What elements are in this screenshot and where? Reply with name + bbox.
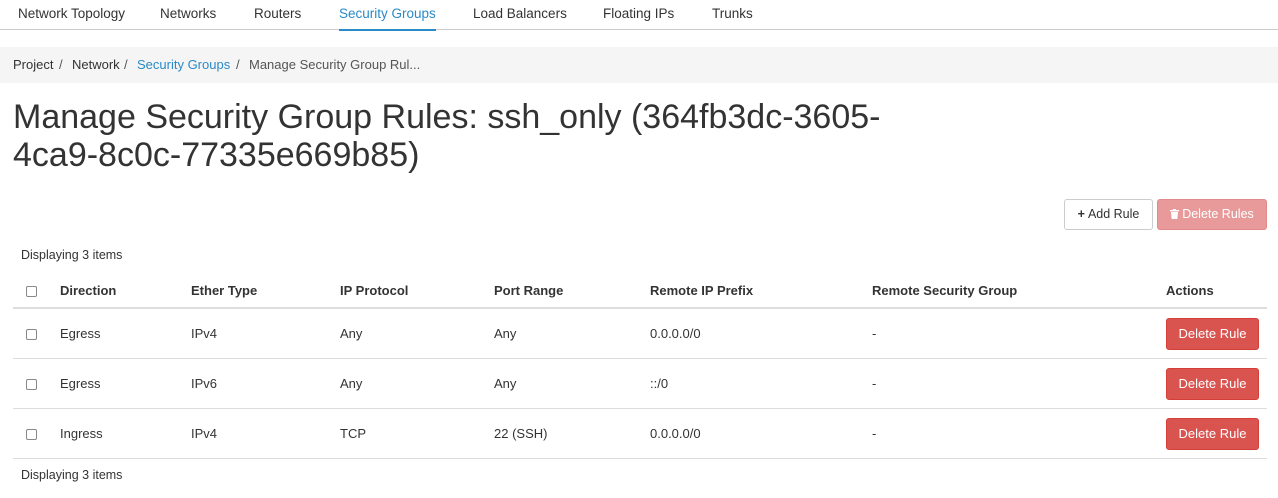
- cell-remote-security-group: -: [872, 376, 877, 391]
- row-checkbox[interactable]: [26, 379, 37, 390]
- tab-trunks[interactable]: Trunks: [712, 0, 753, 30]
- breadcrumb-network: Network: [72, 57, 120, 72]
- delete-rule-button[interactable]: Delete Rule: [1166, 418, 1259, 450]
- column-header-ether-type[interactable]: Ether Type: [191, 273, 257, 309]
- add-rule-label: Add Rule: [1087, 207, 1140, 221]
- table-row: Egress IPv6 Any Any ::/0 - Delete Rule: [13, 359, 1267, 409]
- delete-rule-button[interactable]: Delete Rule: [1166, 318, 1259, 350]
- plus-icon: +: [1077, 207, 1085, 221]
- table-row: Egress IPv4 Any Any 0.0.0.0/0 - Delete R…: [13, 309, 1267, 359]
- tab-routers[interactable]: Routers: [254, 0, 301, 30]
- breadcrumb-project: Project: [13, 57, 54, 72]
- breadcrumb-separator: /: [59, 57, 63, 72]
- column-header-port-range[interactable]: Port Range: [494, 273, 563, 309]
- items-count-bottom: Displaying 3 items: [21, 468, 123, 482]
- cell-ip-protocol: Any: [340, 326, 363, 341]
- breadcrumb-current: Manage Security Group Rul...: [249, 57, 421, 72]
- cell-ip-protocol: TCP: [340, 426, 366, 441]
- column-header-direction[interactable]: Direction: [60, 273, 116, 309]
- cell-direction: Egress: [60, 376, 101, 391]
- column-header-remote-security-group[interactable]: Remote Security Group: [872, 273, 1017, 309]
- row-checkbox[interactable]: [26, 329, 37, 340]
- add-rule-button[interactable]: + Add Rule: [1064, 199, 1153, 230]
- column-header-remote-ip-prefix[interactable]: Remote IP Prefix: [650, 273, 753, 309]
- delete-rule-button[interactable]: Delete Rule: [1166, 368, 1259, 400]
- table-row: Ingress IPv4 TCP 22 (SSH) 0.0.0.0/0 - De…: [13, 409, 1267, 459]
- cell-remote-security-group: -: [872, 326, 877, 341]
- cell-remote-ip-prefix: 0.0.0.0/0: [650, 426, 701, 441]
- tab-security-groups[interactable]: Security Groups: [339, 0, 436, 31]
- cell-port-range: 22 (SSH): [494, 426, 548, 441]
- column-header-actions: Actions: [1166, 283, 1214, 298]
- tab-floating-ips[interactable]: Floating IPs: [603, 0, 674, 30]
- cell-ether-type: IPv6: [191, 376, 218, 391]
- row-checkbox[interactable]: [26, 429, 37, 440]
- breadcrumb-security-groups-link[interactable]: Security Groups: [137, 47, 230, 83]
- cell-ether-type: IPv4: [191, 326, 218, 341]
- cell-ip-protocol: Any: [340, 376, 363, 391]
- cell-ether-type: IPv4: [191, 426, 218, 441]
- trash-icon: [1170, 200, 1180, 229]
- table-header: Direction Ether Type IP Protocol Port Ra…: [13, 273, 1267, 309]
- cell-port-range: Any: [494, 326, 517, 341]
- items-count-top: Displaying 3 items: [21, 248, 123, 262]
- cell-direction: Egress: [60, 326, 101, 341]
- cell-remote-ip-prefix: ::/0: [650, 376, 669, 391]
- column-header-ip-protocol[interactable]: IP Protocol: [340, 273, 408, 309]
- page-title: Manage Security Group Rules: ssh_only (3…: [13, 98, 881, 174]
- cell-direction: Ingress: [60, 426, 103, 441]
- tab-networks[interactable]: Networks: [160, 0, 216, 30]
- select-all-checkbox[interactable]: [26, 286, 37, 297]
- cell-remote-ip-prefix: 0.0.0.0/0: [650, 326, 701, 341]
- breadcrumb-separator: /: [124, 57, 128, 72]
- tab-load-balancers[interactable]: Load Balancers: [473, 0, 567, 30]
- nav-tabs: Network Topology Networks Routers Securi…: [0, 0, 1278, 31]
- breadcrumb-separator: /: [236, 57, 240, 72]
- tab-network-topology[interactable]: Network Topology: [18, 0, 125, 30]
- breadcrumb: Project / Network / Security Groups / Ma…: [0, 47, 1278, 83]
- cell-remote-security-group: -: [872, 426, 877, 441]
- cell-port-range: Any: [494, 376, 517, 391]
- delete-rules-label: Delete Rules: [1182, 207, 1254, 221]
- delete-rules-button[interactable]: Delete Rules: [1157, 199, 1267, 230]
